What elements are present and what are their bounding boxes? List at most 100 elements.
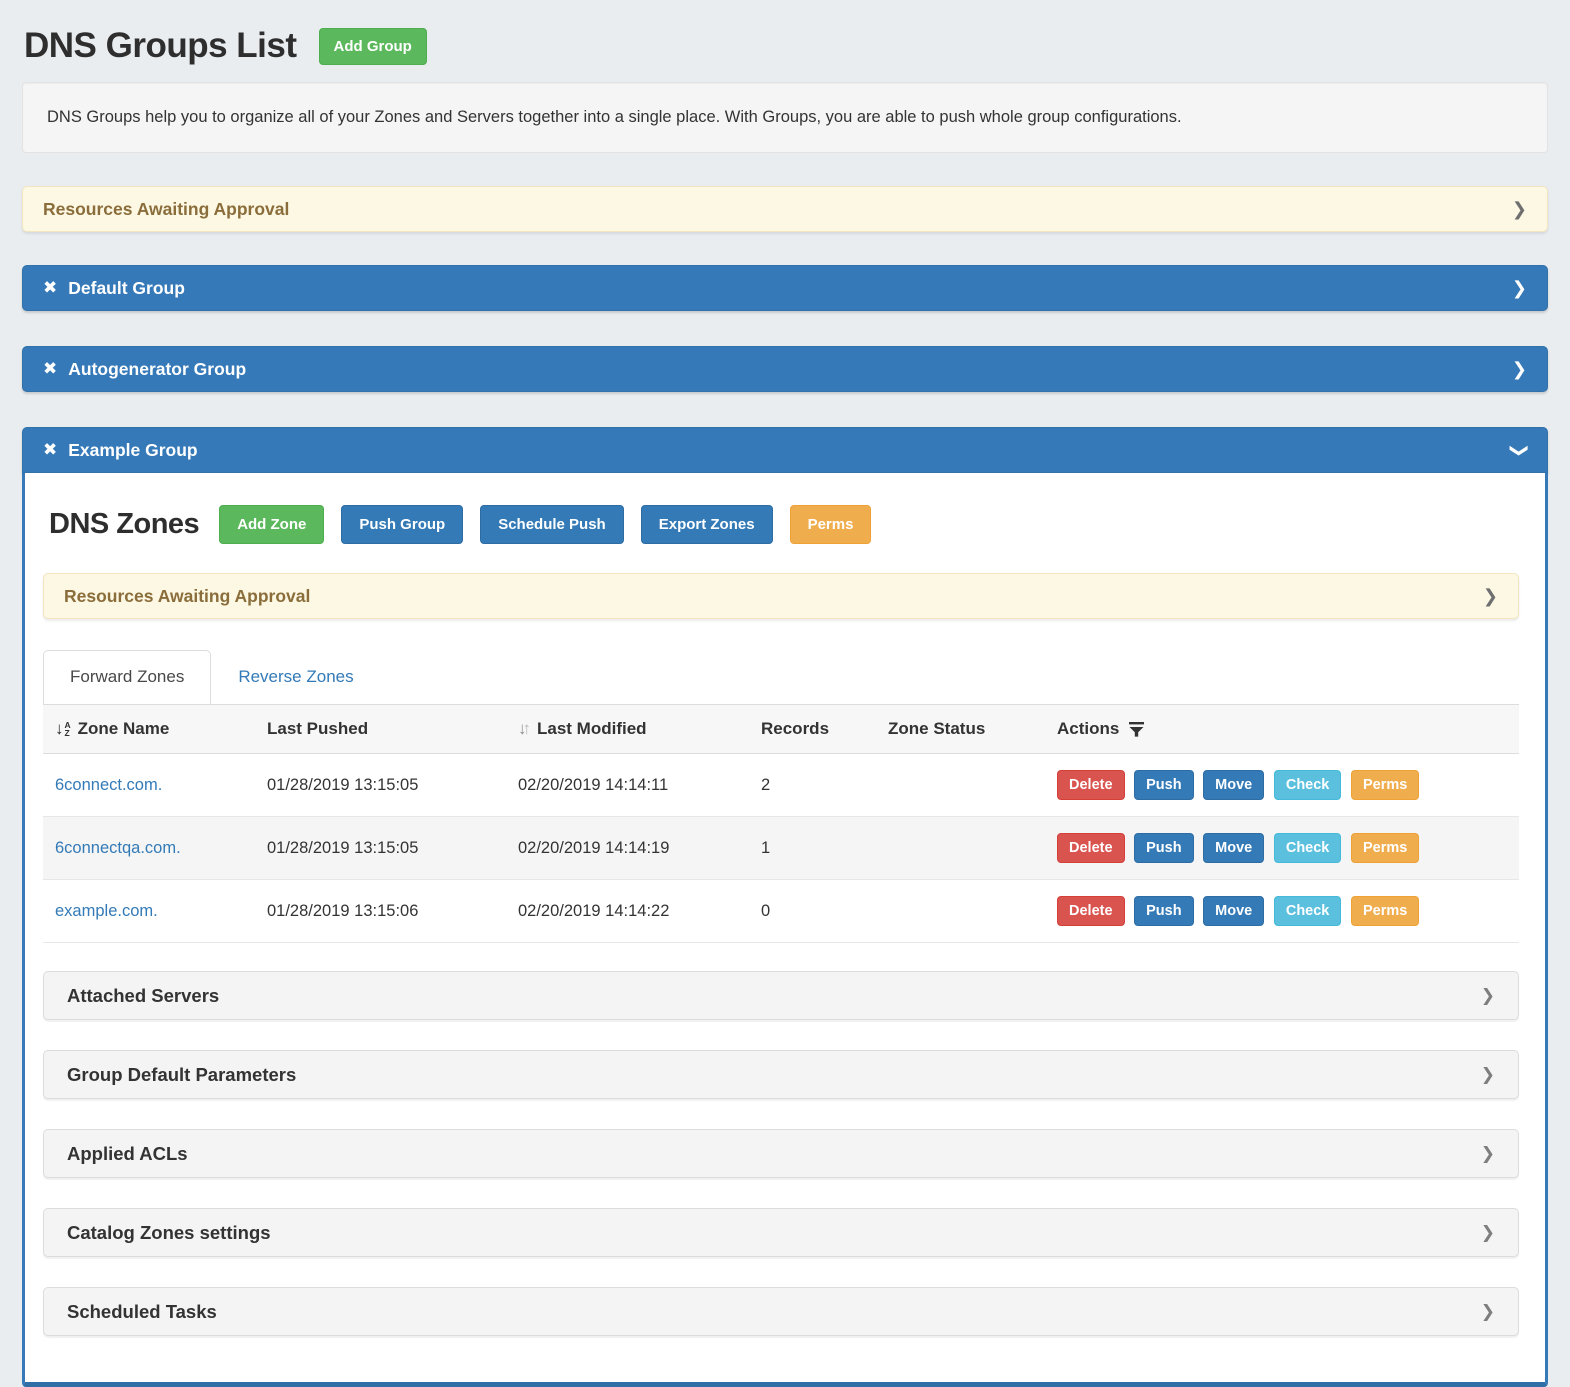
accordion-scheduled-tasks[interactable]: Scheduled Tasks ❯: [43, 1287, 1519, 1336]
check-button[interactable]: Check: [1274, 833, 1342, 863]
column-actions: Actions: [1045, 705, 1519, 754]
cell-last-modified: 02/20/2019 14:14:22: [506, 880, 749, 943]
column-label: Zone Status: [888, 719, 985, 738]
group-banner-autogenerator[interactable]: ✖ Autogenerator Group ❯: [22, 346, 1548, 392]
tab-forward-zones[interactable]: Forward Zones: [43, 650, 211, 704]
group-panel-example: ✖ Example Group ❯ DNS Zones Add Zone Pus…: [22, 427, 1548, 1387]
cell-last-modified: 02/20/2019 14:14:19: [506, 817, 749, 880]
cell-records: 1: [749, 817, 876, 880]
awaiting-approval-label: Resources Awaiting Approval: [64, 586, 310, 607]
move-button[interactable]: Move: [1203, 896, 1264, 926]
column-records: Records: [749, 705, 876, 754]
table-row: example.com. 01/28/2019 13:15:06 02/20/2…: [43, 880, 1519, 943]
move-button[interactable]: Move: [1203, 833, 1264, 863]
chevron-right-icon: ❯: [1481, 986, 1495, 1006]
zone-name-link[interactable]: 6connectqa.com.: [55, 839, 181, 857]
perms-button[interactable]: Perms: [1351, 833, 1419, 863]
remove-group-icon[interactable]: ✖: [43, 359, 57, 379]
column-zone-name[interactable]: ↓ AZ Zone Name: [43, 705, 255, 754]
column-label: Records: [761, 719, 829, 738]
group-body: DNS Zones Add Zone Push Group Schedule P…: [22, 473, 1548, 1387]
accordion-label: Group Default Parameters: [67, 1064, 296, 1086]
table-header-row: ↓ AZ Zone Name Last Pushed ↓↑: [43, 705, 1519, 754]
group-banner-default[interactable]: ✖ Default Group ❯: [22, 265, 1548, 311]
tab-reverse-zones[interactable]: Reverse Zones: [211, 650, 380, 704]
schedule-push-button[interactable]: Schedule Push: [480, 505, 624, 544]
chevron-right-icon: ❯: [1481, 1144, 1495, 1164]
zone-name-link[interactable]: 6connect.com.: [55, 776, 162, 794]
column-label: Last Modified: [537, 719, 647, 739]
delete-button[interactable]: Delete: [1057, 896, 1125, 926]
check-button[interactable]: Check: [1274, 896, 1342, 926]
add-zone-button[interactable]: Add Zone: [219, 505, 324, 544]
chevron-right-icon: ❯: [1481, 1065, 1495, 1085]
zone-name-link[interactable]: example.com.: [55, 902, 158, 920]
sort-icon: ↓↑: [518, 719, 531, 739]
remove-group-icon[interactable]: ✖: [43, 440, 57, 460]
column-label: Last Pushed: [267, 719, 368, 738]
accordion-label: Applied ACLs: [67, 1143, 188, 1165]
accordion-label: Scheduled Tasks: [67, 1301, 217, 1323]
cell-records: 0: [749, 880, 876, 943]
push-button[interactable]: Push: [1134, 770, 1193, 800]
sort-alpha-icon: ↓ AZ: [55, 719, 71, 739]
cell-zone-status: [876, 817, 1045, 880]
push-group-button[interactable]: Push Group: [341, 505, 463, 544]
push-button[interactable]: Push: [1134, 833, 1193, 863]
group-name: Autogenerator Group: [68, 359, 246, 380]
awaiting-approval-label: Resources Awaiting Approval: [43, 199, 289, 220]
filter-icon[interactable]: [1128, 721, 1145, 738]
group-banner-example[interactable]: ✖ Example Group ❯: [22, 427, 1548, 473]
intro-text: DNS Groups help you to organize all of y…: [47, 108, 1182, 126]
zones-tabs: Forward Zones Reverse Zones: [43, 650, 1519, 704]
delete-button[interactable]: Delete: [1057, 833, 1125, 863]
chevron-right-icon: ❯: [1481, 1223, 1495, 1243]
chevron-right-icon: ❯: [1512, 359, 1527, 380]
cell-last-pushed: 01/28/2019 13:15:05: [255, 754, 506, 817]
accordion-label: Catalog Zones settings: [67, 1222, 271, 1244]
push-button[interactable]: Push: [1134, 896, 1193, 926]
column-zone-status: Zone Status: [876, 705, 1045, 754]
cell-records: 2: [749, 754, 876, 817]
page-header: DNS Groups List Add Group: [24, 26, 1548, 66]
add-group-button[interactable]: Add Group: [319, 28, 427, 65]
export-zones-button[interactable]: Export Zones: [641, 505, 773, 544]
awaiting-approval-banner-inner[interactable]: Resources Awaiting Approval ❯: [43, 573, 1519, 619]
table-row: 6connect.com. 01/28/2019 13:15:05 02/20/…: [43, 754, 1519, 817]
chevron-right-icon: ❯: [1512, 278, 1527, 299]
column-label: Zone Name: [78, 719, 170, 739]
cell-actions: Delete Push Move Check Perms: [1045, 754, 1519, 817]
remove-group-icon[interactable]: ✖: [43, 278, 57, 298]
perms-button[interactable]: Perms: [790, 505, 872, 544]
perms-button[interactable]: Perms: [1351, 896, 1419, 926]
cell-actions: Delete Push Move Check Perms: [1045, 880, 1519, 943]
accordion-applied-acls[interactable]: Applied ACLs ❯: [43, 1129, 1519, 1178]
dns-zones-title: DNS Zones: [49, 508, 199, 541]
group-name: Example Group: [68, 440, 197, 461]
perms-button[interactable]: Perms: [1351, 770, 1419, 800]
cell-last-pushed: 01/28/2019 13:15:05: [255, 817, 506, 880]
column-last-modified[interactable]: ↓↑ Last Modified: [506, 705, 749, 754]
accordion-group-default-parameters[interactable]: Group Default Parameters ❯: [43, 1050, 1519, 1099]
cell-last-modified: 02/20/2019 14:14:11: [506, 754, 749, 817]
check-button[interactable]: Check: [1274, 770, 1342, 800]
chevron-right-icon: ❯: [1481, 1302, 1495, 1322]
cell-zone-status: [876, 754, 1045, 817]
dns-zones-toolbar: DNS Zones Add Zone Push Group Schedule P…: [49, 505, 1519, 544]
chevron-down-icon: ❯: [1509, 442, 1530, 457]
column-last-pushed: Last Pushed: [255, 705, 506, 754]
delete-button[interactable]: Delete: [1057, 770, 1125, 800]
chevron-right-icon: ❯: [1483, 586, 1498, 607]
intro-well: DNS Groups help you to organize all of y…: [22, 82, 1548, 153]
column-label: Actions: [1057, 719, 1119, 739]
table-row: 6connectqa.com. 01/28/2019 13:15:05 02/2…: [43, 817, 1519, 880]
cell-last-pushed: 01/28/2019 13:15:06: [255, 880, 506, 943]
move-button[interactable]: Move: [1203, 770, 1264, 800]
accordion-attached-servers[interactable]: Attached Servers ❯: [43, 971, 1519, 1020]
chevron-right-icon: ❯: [1512, 199, 1527, 220]
accordion-label: Attached Servers: [67, 985, 219, 1007]
cell-actions: Delete Push Move Check Perms: [1045, 817, 1519, 880]
accordion-catalog-zones-settings[interactable]: Catalog Zones settings ❯: [43, 1208, 1519, 1257]
cell-zone-status: [876, 880, 1045, 943]
awaiting-approval-banner[interactable]: Resources Awaiting Approval ❯: [22, 186, 1548, 232]
